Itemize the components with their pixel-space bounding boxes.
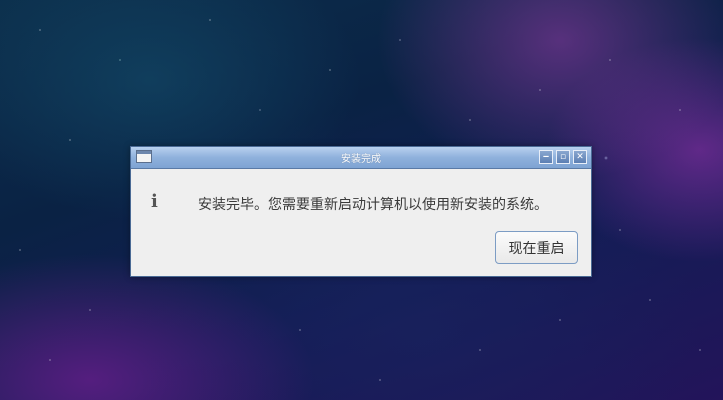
minimize-icon: ‒: [542, 152, 550, 162]
close-icon: ✕: [576, 152, 584, 162]
info-icon: i: [151, 191, 158, 212]
minimize-button[interactable]: ‒: [539, 150, 553, 164]
window-controls: ‒ ▫ ✕: [539, 150, 587, 164]
dialog-titlebar[interactable]: 安装完成 ‒ ▫ ✕: [131, 147, 591, 169]
install-complete-dialog: 安装完成 ‒ ▫ ✕ i 安装完毕。您需要重新启动计算机以使用新安装的系统。 现…: [130, 146, 592, 277]
maximize-icon: ▫: [559, 152, 567, 162]
dialog-message: 安装完毕。您需要重新启动计算机以使用新安装的系统。: [198, 197, 548, 213]
desktop-background: 安装完成 ‒ ▫ ✕ i 安装完毕。您需要重新启动计算机以使用新安装的系统。 现…: [0, 0, 723, 400]
dialog-title: 安装完成: [341, 154, 381, 165]
maximize-button[interactable]: ▫: [556, 150, 570, 164]
dialog-content: i 安装完毕。您需要重新启动计算机以使用新安装的系统。 现在重启: [131, 169, 591, 278]
close-button[interactable]: ✕: [573, 150, 587, 164]
restart-now-button[interactable]: 现在重启: [495, 231, 578, 264]
